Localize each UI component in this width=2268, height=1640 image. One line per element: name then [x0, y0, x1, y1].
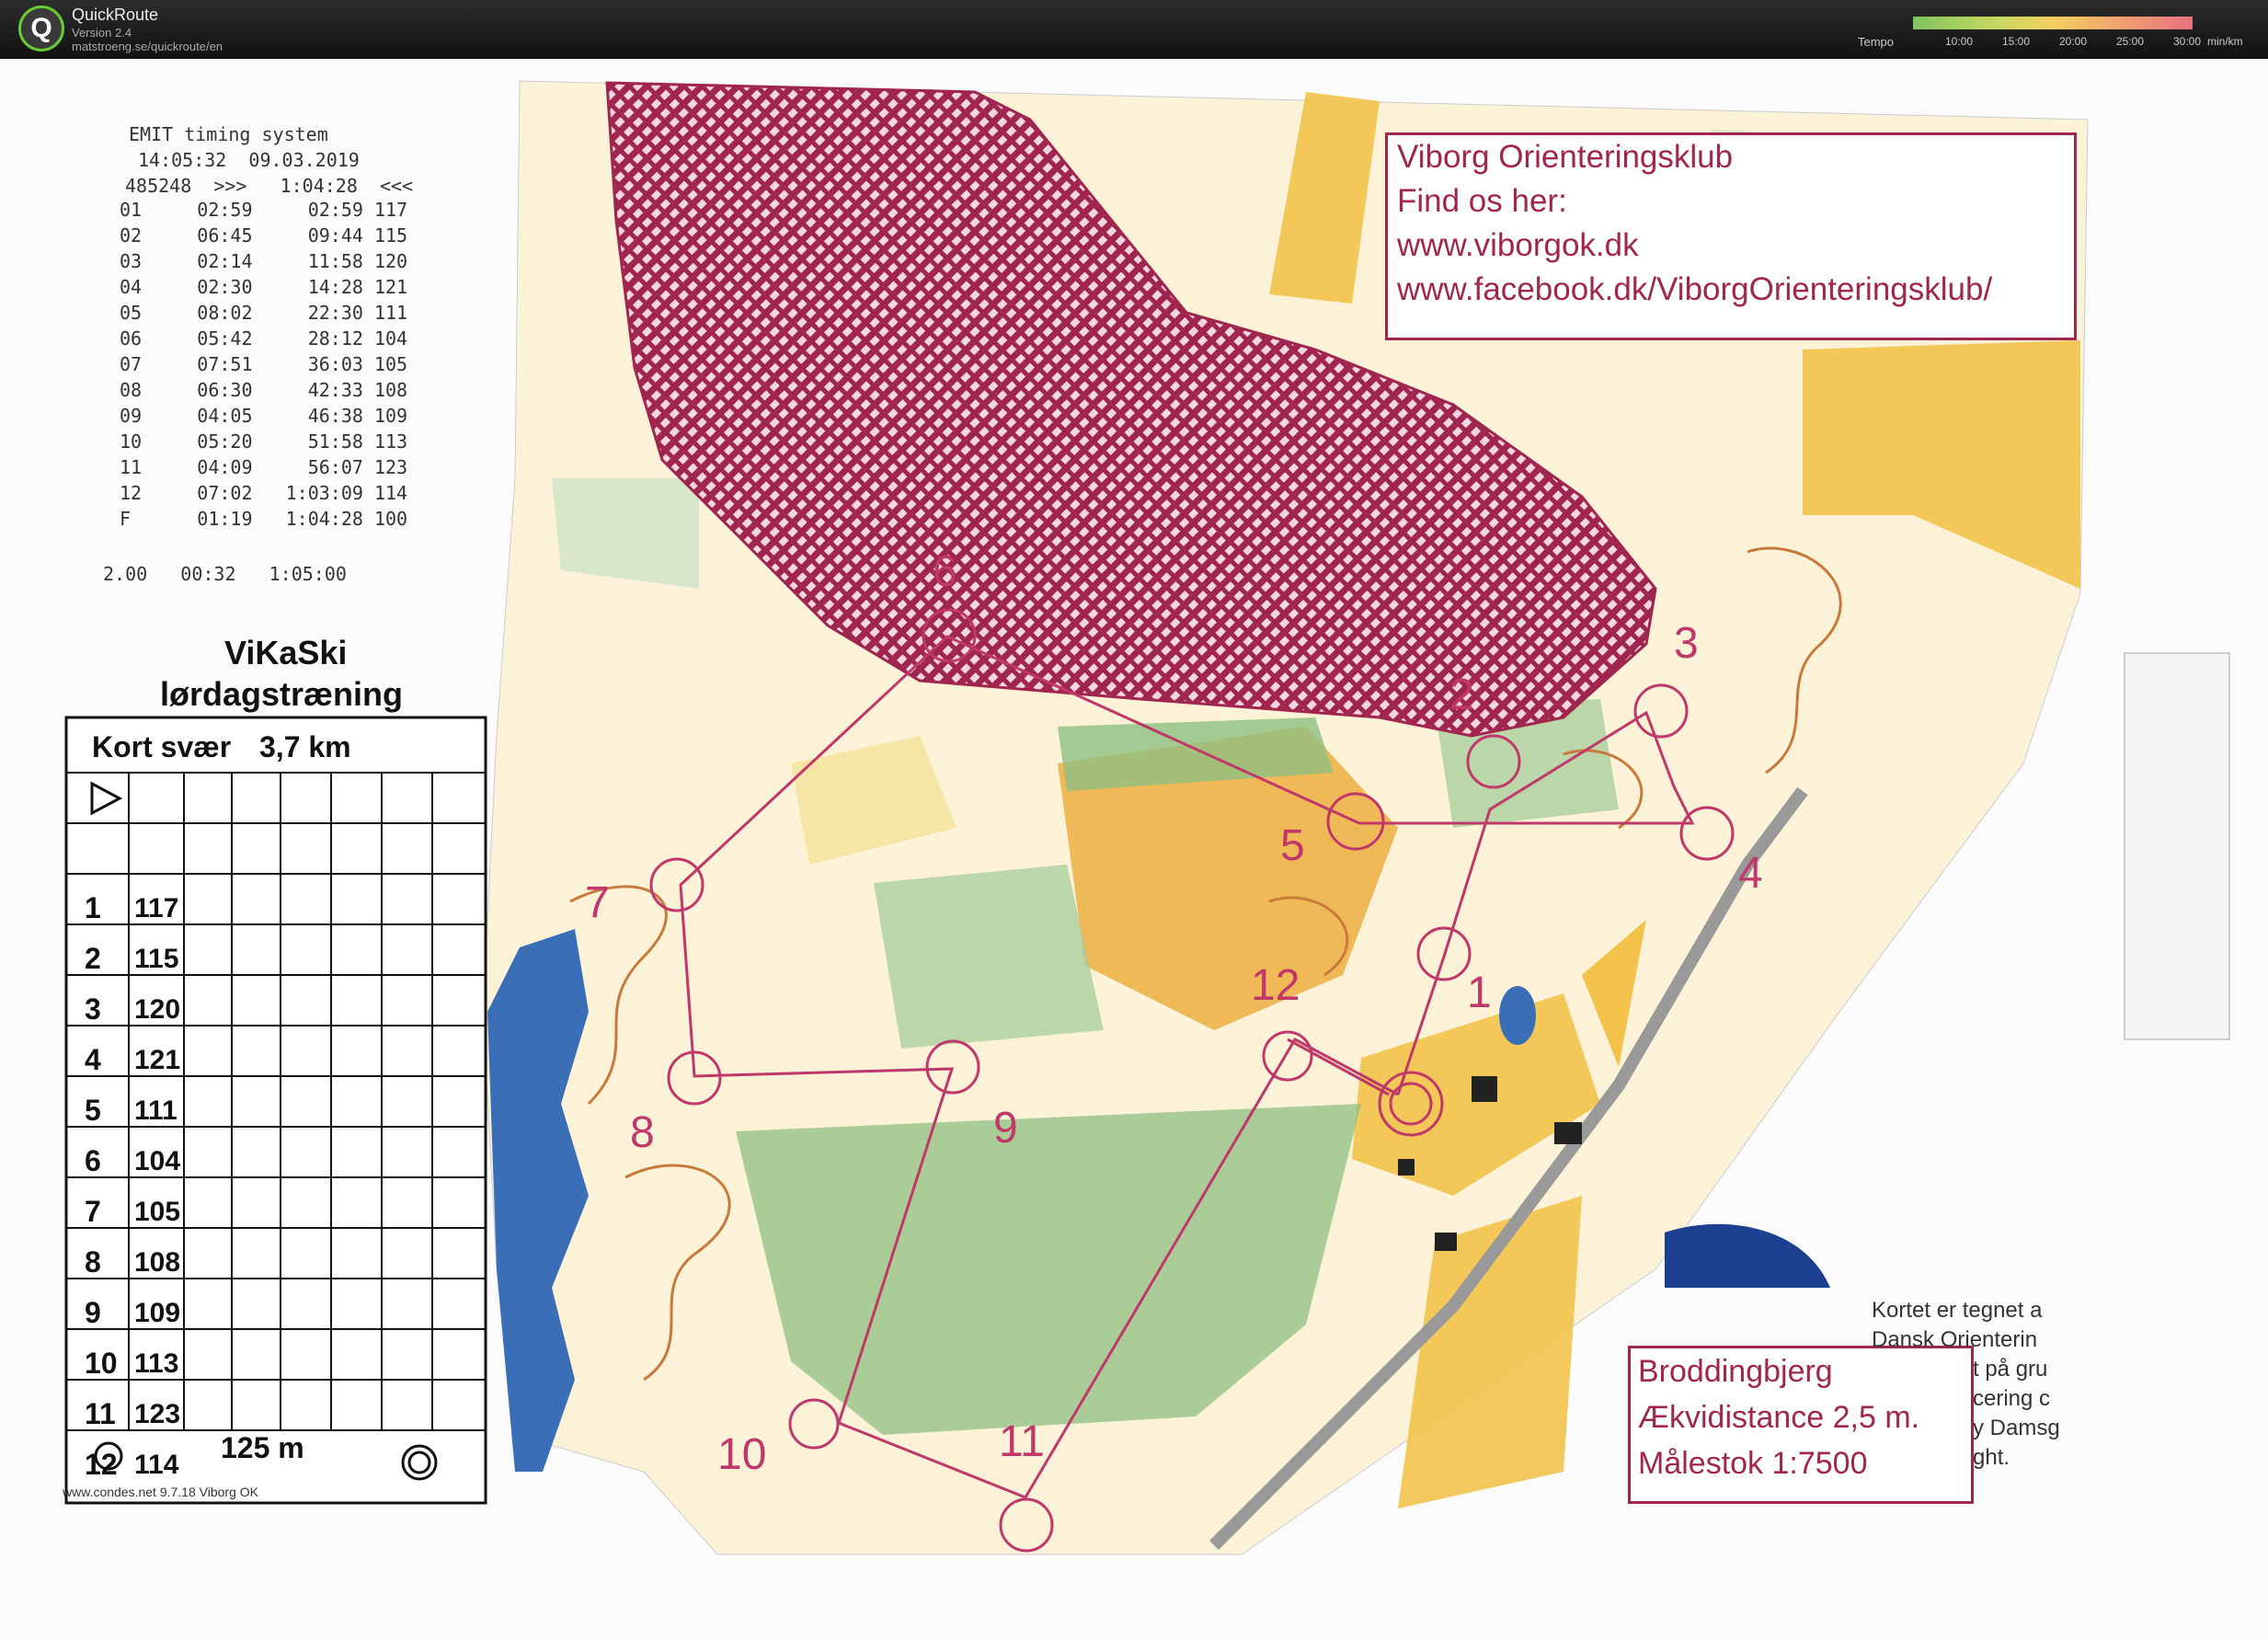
- description-control-code: 121: [134, 1045, 181, 1075]
- club-find-us: Find os her:: [1397, 183, 1567, 219]
- quickroute-logo-icon: Q: [18, 6, 64, 52]
- description-control-number: 5: [85, 1094, 101, 1127]
- control-number: 3: [1674, 619, 1699, 668]
- app-url[interactable]: matstroeng.se/quickroute/en: [72, 40, 223, 53]
- receipt-split-row: 05 08:02 22:30 111: [120, 302, 408, 324]
- description-control-code: 123: [134, 1399, 181, 1429]
- description-control-code: 105: [134, 1197, 181, 1227]
- tempo-tick: 25:00: [2116, 35, 2145, 48]
- description-control-code: 109: [134, 1298, 181, 1328]
- tempo-tick: 15:00: [2002, 35, 2031, 48]
- control-number: 5: [1280, 821, 1305, 870]
- description-control-code: 108: [134, 1247, 181, 1278]
- description-control-code: 111: [134, 1095, 178, 1126]
- control-number: 9: [993, 1104, 1018, 1153]
- control-number: 10: [717, 1430, 767, 1479]
- tempo-label: Tempo: [1858, 35, 1895, 49]
- description-control-code: 113: [134, 1348, 179, 1379]
- control-number: 2: [1449, 671, 1474, 719]
- receipt-split-row: 08 06:30 42:33 108: [120, 379, 408, 401]
- map-canvas[interactable]: EMIT timing system 14:05:32 09.03.2019 4…: [0, 59, 2268, 1640]
- tempo-unit: min/km: [2207, 35, 2243, 48]
- description-control-number: 9: [85, 1296, 101, 1329]
- control-number: 7: [585, 878, 610, 927]
- event-title: ViKaSki: [224, 634, 348, 671]
- club-facebook: www.facebook.dk/ViborgOrienteringsklub/: [1397, 271, 1993, 307]
- receipt-split-row: 03 02:14 11:58 120: [120, 250, 408, 272]
- credit-line: t på gru: [1973, 1357, 2048, 1382]
- receipt-split-row: 04 02:30 14:28 121: [120, 276, 408, 298]
- tempo-color-scale: [1913, 17, 2193, 29]
- receipt-split-row: 11 04:09 56:07 123: [120, 456, 408, 478]
- description-control-code: 104: [134, 1146, 181, 1176]
- receipt-card: 485248 >>> 1:04:28 <<<: [125, 175, 414, 197]
- description-control-code: 117: [134, 893, 179, 923]
- course-length: 3,7 km: [259, 730, 351, 763]
- receipt-split-row: 06 05:42 28:12 104: [120, 327, 408, 350]
- description-control-number: 10: [85, 1347, 118, 1380]
- control-number: 11: [999, 1417, 1045, 1466]
- control-number: 12: [1251, 961, 1300, 1010]
- receipt-footer: 2.00 00:32 1:05:00: [103, 563, 347, 585]
- description-footer: www.condes.net 9.7.18 Viborg OK: [63, 1485, 258, 1499]
- event-subtitle: lørdagstræning: [160, 675, 404, 713]
- receipt-split-row: 09 04:05 46:38 109: [120, 405, 408, 427]
- credit-line: cering c: [1973, 1386, 2051, 1411]
- description-control-number: 2: [85, 942, 101, 975]
- control-number: 6: [933, 547, 957, 596]
- scan-clip: [2124, 652, 2230, 1040]
- description-control-number: 8: [85, 1245, 101, 1279]
- receipt-split-row: 02 06:45 09:44 115: [120, 224, 408, 247]
- club-name: Viborg Orienteringsklub: [1397, 139, 1734, 175]
- description-control-number: 11: [85, 1397, 116, 1430]
- description-control-code: 114: [134, 1450, 179, 1480]
- title-bar: Q QuickRoute Version 2.4 matstroeng.se/q…: [0, 0, 2268, 59]
- finish-distance: 125 m: [221, 1431, 304, 1464]
- app-title: QuickRoute: [72, 6, 159, 24]
- description-control-number: 3: [85, 992, 101, 1026]
- receipt-split-row: 01 02:59 02:59 117: [120, 199, 408, 221]
- receipt-split-row: 12 07:02 1:03:09 114: [120, 482, 408, 504]
- app-version: Version 2.4: [72, 26, 132, 40]
- credit-line: y Damsg: [1973, 1416, 2060, 1440]
- tempo-tick: 20:00: [2059, 35, 2088, 48]
- control-number: 1: [1467, 969, 1492, 1017]
- receipt-datetime: 14:05:32 09.03.2019: [138, 149, 360, 171]
- control-number: 4: [1738, 849, 1763, 898]
- club-info-box: Viborg Orienteringsklub Find os her: www…: [1385, 132, 2077, 340]
- club-website: www.viborgok.dk: [1397, 227, 1639, 263]
- description-control-number: 6: [85, 1144, 101, 1177]
- receipt-split-row: F 01:19 1:04:28 100: [120, 508, 408, 530]
- mapmaker-credit: Kortet er tegnet a Dansk Orienterin t på…: [1872, 1296, 2060, 1473]
- description-control-number: 12: [85, 1448, 118, 1481]
- description-control-number: 1: [85, 891, 101, 924]
- description-control-number: 7: [85, 1195, 101, 1228]
- credit-line: Dansk Orienterin: [1872, 1327, 2038, 1352]
- course-class: Kort svær: [92, 730, 232, 763]
- description-control-code: 120: [134, 994, 181, 1025]
- tempo-tick: 30:00: [2173, 35, 2202, 48]
- control-number: 8: [630, 1108, 655, 1157]
- credit-line: ght.: [1973, 1445, 2010, 1470]
- description-control-number: 4: [85, 1043, 101, 1076]
- tempo-tick: 10:00: [1945, 35, 1974, 48]
- credit-line: Kortet er tegnet a: [1872, 1298, 2043, 1323]
- receipt-header: EMIT timing system: [129, 123, 328, 145]
- receipt-split-row: 10 05:20 51:58 113: [120, 430, 408, 453]
- description-control-code: 115: [134, 944, 179, 974]
- receipt-split-row: 07 07:51 36:03 105: [120, 353, 408, 375]
